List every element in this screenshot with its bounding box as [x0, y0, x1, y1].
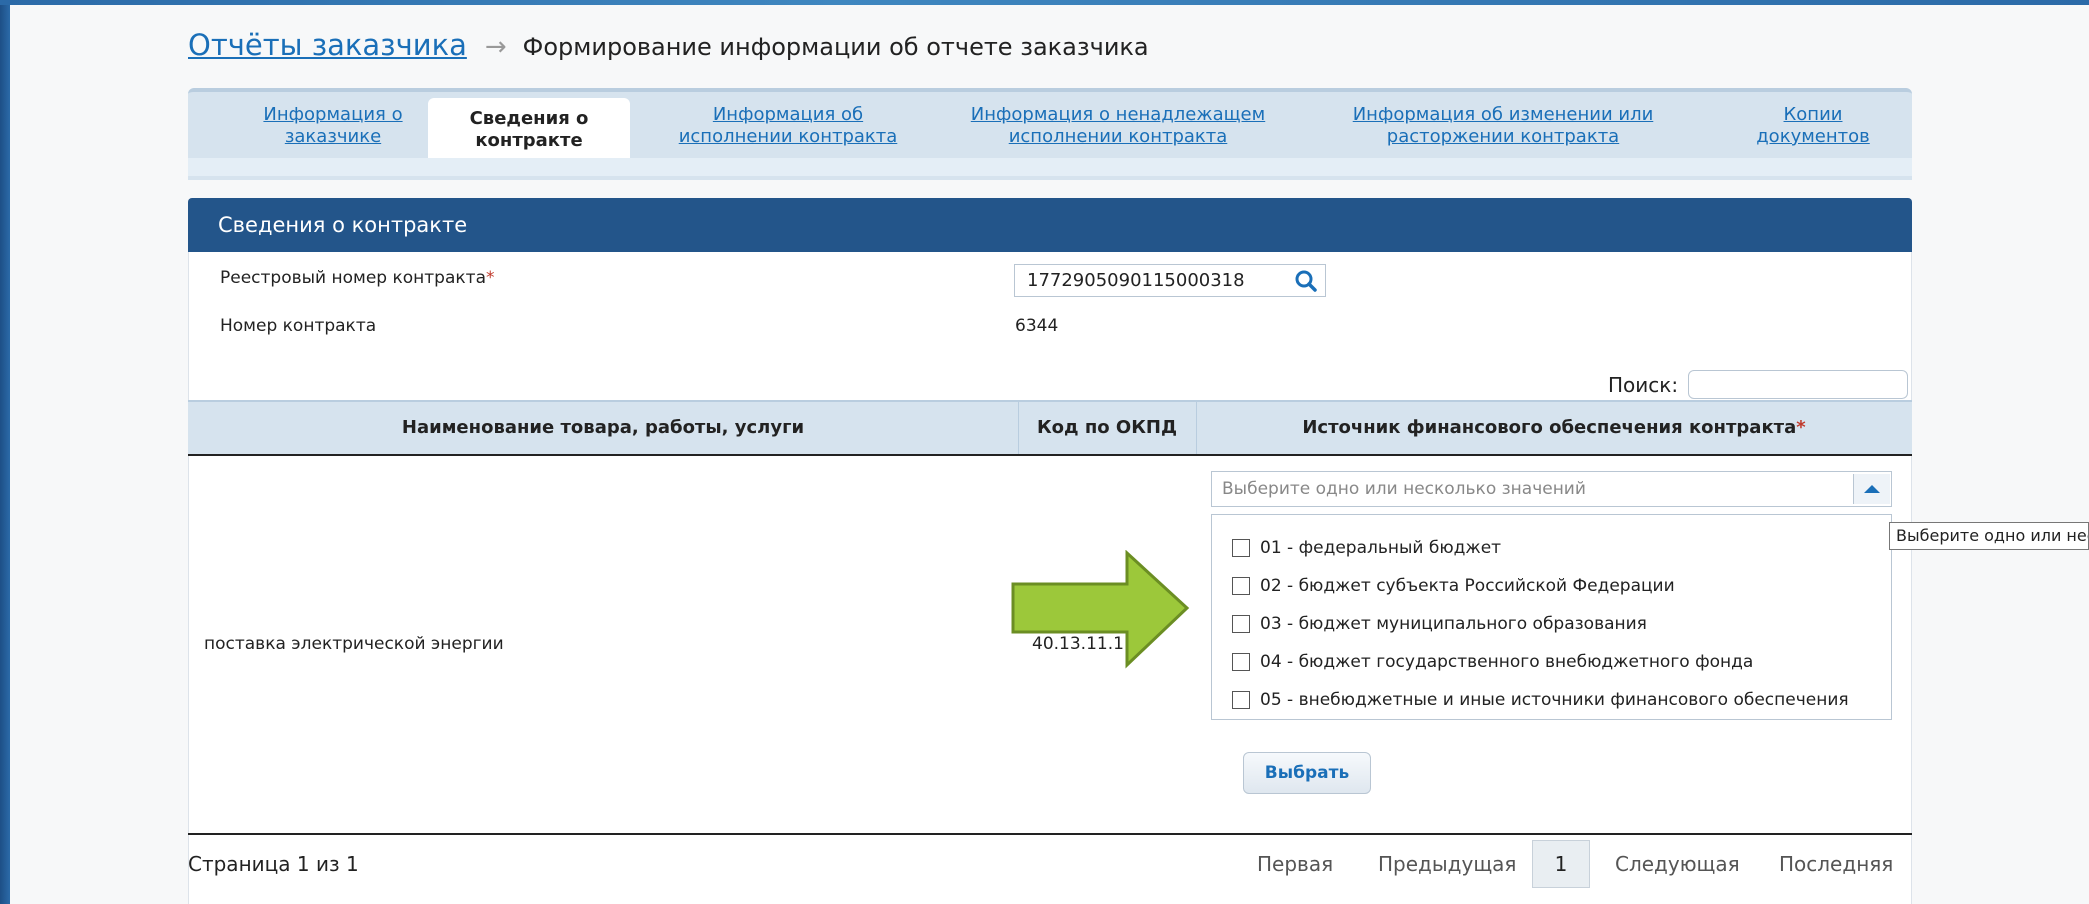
tab-label-line1: Информация об изменении или	[1352, 104, 1654, 125]
option-regional-budget[interactable]: 02 - бюджет субъекта Российской Федераци…	[1232, 576, 1675, 596]
tab-label-line2: заказчике	[284, 126, 382, 147]
required-mark: *	[485, 268, 495, 288]
column-header-name: Наименование товара, работы, услуги	[401, 417, 805, 438]
checkbox[interactable]	[1232, 577, 1250, 595]
pager-current-page[interactable]: 1	[1532, 840, 1590, 888]
table-header: Наименование товара, работы, услуги Код …	[188, 400, 1912, 456]
option-extrabudgetary-fund[interactable]: 04 - бюджет государственного внебюджетно…	[1232, 652, 1753, 672]
tab-bar-underline	[188, 158, 1912, 176]
pager-next[interactable]: Следующая	[1615, 852, 1740, 876]
tab-contract-change[interactable]: Информация об изменении или расторжении …	[1348, 104, 1658, 148]
option-label: 03 - бюджет муниципального образования	[1260, 614, 1647, 634]
checkbox[interactable]	[1232, 539, 1250, 557]
tab-label-line1: Копии	[1783, 104, 1843, 125]
search-icon[interactable]	[1290, 267, 1322, 295]
required-mark: *	[1796, 417, 1806, 438]
triangle-up-icon[interactable]	[1853, 474, 1890, 504]
frame-top-border	[0, 0, 2089, 5]
tab-contract-info[interactable]: Сведения о контракте	[428, 98, 630, 164]
tab-label-line2: контракте	[475, 130, 583, 151]
option-label: 04 - бюджет государственного внебюджетно…	[1260, 652, 1754, 672]
tab-label-line1: Информация об	[712, 104, 864, 125]
pager-first[interactable]: Первая	[1257, 852, 1333, 876]
tab-document-copies[interactable]: Копии документов	[1748, 104, 1878, 148]
breadcrumb-arrow-icon: →	[484, 32, 507, 62]
tab-label-line2: расторжении контракта	[1386, 126, 1620, 147]
breadcrumb-link-customer-reports[interactable]: Отчёты заказчика	[188, 28, 467, 62]
pager-previous[interactable]: Предыдущая	[1378, 852, 1516, 876]
reg-number-input[interactable]: 1772905090115000318	[1014, 264, 1326, 297]
tab-contract-execution[interactable]: Информация об исполнении контракта	[658, 104, 918, 148]
tooltip: Выберите одно или несколько значений	[1889, 522, 2089, 550]
select-button[interactable]: Выбрать	[1243, 752, 1371, 794]
green-arrow-icon	[1011, 550, 1190, 669]
option-label: 01 - федеральный бюджет	[1260, 538, 1502, 558]
option-other-sources[interactable]: 05 - внебюджетные и иные источники финан…	[1232, 690, 1849, 710]
tab-label-line1: Информация о	[263, 104, 403, 125]
tab-label-line1: Сведения о	[469, 108, 589, 129]
tab-customer-info[interactable]: Информация о заказчике	[238, 104, 428, 148]
tab-label-line2: исполнении контракта	[1008, 126, 1228, 147]
reg-number-label: Реестровый номер контракта*	[220, 268, 494, 288]
page: Отчёты заказчика → Формирование информац…	[0, 0, 2089, 904]
checkbox[interactable]	[1232, 653, 1250, 671]
checkbox[interactable]	[1232, 691, 1250, 709]
tab-label-line1: Информация о ненадлежащем	[970, 104, 1266, 125]
reg-number-label-text: Реестровый номер контракта	[220, 268, 486, 288]
pager-last[interactable]: Последняя	[1779, 852, 1893, 876]
table-bottom-border	[188, 833, 1912, 835]
panel-header: Сведения о контракте	[188, 198, 1912, 252]
funding-source-options: 01 - федеральный бюджет 02 - бюджет субъ…	[1211, 514, 1892, 720]
frame-left-border	[0, 0, 10, 904]
page-title: Формирование информации об отчете заказч…	[522, 33, 1149, 61]
option-municipal-budget[interactable]: 03 - бюджет муниципального образования	[1232, 614, 1647, 634]
page-info: Страница 1 из 1	[188, 852, 359, 876]
checkbox[interactable]	[1232, 615, 1250, 633]
table-search-input[interactable]	[1688, 370, 1908, 399]
contract-number-label: Номер контракта	[220, 316, 377, 336]
funding-source-select[interactable]: Выберите одно или несколько значений	[1211, 471, 1892, 507]
contract-number-value: 6344	[1015, 316, 1059, 336]
column-header-funding-text: Источник финансового обеспечения контрак…	[1302, 417, 1797, 438]
tab-label-line2: документов	[1756, 126, 1870, 147]
table-row-name: поставка электрической энергии	[204, 634, 504, 654]
column-header-okpd: Код по ОКПД	[1036, 417, 1178, 438]
tab-improper-execution[interactable]: Информация о ненадлежащем исполнении кон…	[968, 104, 1268, 148]
option-federal-budget[interactable]: 01 - федеральный бюджет	[1232, 538, 1501, 558]
table-search-label: Поиск:	[1608, 373, 1679, 397]
tab-label-line2: исполнении контракта	[678, 126, 898, 147]
breadcrumb: Отчёты заказчика → Формирование информац…	[188, 28, 1149, 62]
option-label: 05 - внебюджетные и иные источники финан…	[1260, 690, 1849, 710]
column-header-funding: Источник финансового обеспечения контрак…	[1196, 402, 1912, 454]
option-label: 02 - бюджет субъекта Российской Федераци…	[1260, 576, 1675, 596]
